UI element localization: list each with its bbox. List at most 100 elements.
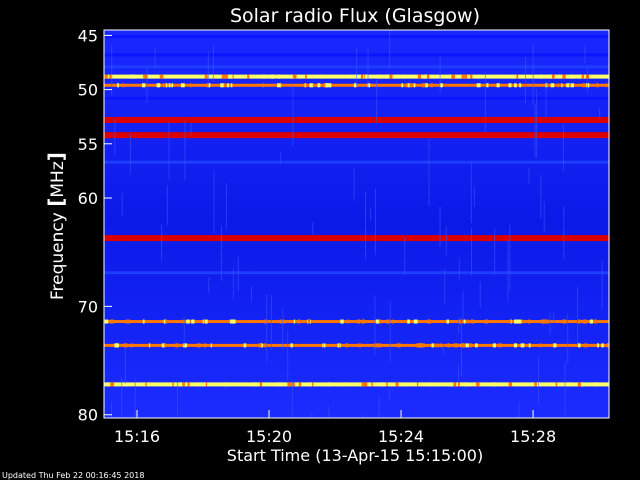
streak-8: [250, 286, 252, 302]
streak-81: [445, 226, 447, 256]
burst-4-24: [312, 83, 315, 88]
burst-13-37: [298, 382, 302, 387]
streak-68: [534, 103, 536, 158]
burst-11-33: [594, 319, 598, 324]
burst-4-57: [421, 83, 426, 88]
streak-48: [291, 381, 293, 418]
burst-4-27: [508, 83, 512, 88]
burst-3-44: [130, 74, 134, 79]
streak-41: [601, 261, 603, 309]
streak-78: [507, 238, 509, 302]
streak-11: [121, 376, 123, 418]
streak-14: [518, 401, 520, 418]
burst-13-20: [172, 382, 174, 387]
burst-13-15: [312, 382, 314, 387]
burst-4-48: [582, 83, 586, 88]
burst-3-59: [581, 74, 585, 79]
burst-13-4: [224, 382, 229, 387]
burst-13-44: [111, 382, 114, 387]
burst-13-47: [371, 382, 373, 387]
streak-39: [473, 185, 475, 207]
x-axis-label: Start Time (13-Apr-15 15:15:00): [227, 446, 483, 465]
burst-13-50: [525, 382, 528, 387]
streak-76: [279, 152, 281, 165]
burst-11-3: [562, 319, 567, 324]
burst-3-51: [305, 74, 307, 79]
burst-11-50: [545, 319, 549, 324]
streak-58: [458, 365, 460, 382]
streak-6: [543, 201, 545, 233]
burst-3-13: [385, 74, 389, 79]
burst-11-59: [541, 319, 545, 324]
streak-71: [312, 222, 314, 235]
burst-12-54: [339, 343, 341, 348]
burst-12-21: [290, 343, 293, 348]
burst-12-20: [264, 343, 267, 348]
burst-11-22: [104, 319, 109, 324]
streak-22: [545, 81, 547, 119]
burst-12-40: [416, 343, 420, 348]
burst-4-51: [168, 83, 171, 88]
y-axis-label-bracket-open: [: [44, 198, 68, 207]
burst-4-54: [405, 83, 408, 88]
burst-3-15: [360, 74, 364, 79]
burst-13-58: [343, 382, 346, 387]
burst-11-17: [470, 319, 474, 324]
burst-12-19: [258, 343, 262, 348]
burst-3-4: [516, 74, 519, 79]
burst-3-17: [277, 74, 281, 79]
streak-2: [599, 108, 601, 120]
burst-11-14: [413, 319, 418, 324]
streak-69: [362, 414, 364, 418]
streak-57: [461, 317, 463, 377]
burst-11-54: [307, 319, 311, 324]
burst-13-36: [577, 382, 581, 387]
x-tick-label-3: 15:28: [510, 427, 556, 446]
burst-11-9: [386, 319, 388, 324]
streak-73: [540, 175, 542, 219]
streak-29: [577, 286, 579, 347]
burst-12-6: [513, 343, 518, 348]
burst-3-23: [364, 74, 368, 79]
streak-89: [328, 406, 330, 418]
streak-42: [121, 192, 123, 216]
streak-33: [458, 258, 460, 280]
burst-11-12: [340, 319, 344, 324]
burst-4-3: [117, 83, 120, 88]
streak-0: [470, 161, 472, 224]
burst-12-16: [204, 343, 206, 348]
burst-3-14: [133, 74, 136, 79]
burst-3-55: [261, 74, 266, 79]
streak-40: [114, 117, 116, 156]
band-10: [104, 271, 609, 275]
streak-28: [146, 67, 148, 104]
burst-3-22: [539, 74, 543, 79]
burst-4-43: [519, 83, 522, 88]
streak-21: [524, 56, 526, 104]
burst-11-35: [186, 319, 190, 324]
burst-13-35: [567, 382, 571, 387]
burst-12-42: [455, 343, 459, 348]
streak-54: [494, 229, 496, 275]
streak-77: [353, 167, 355, 201]
streak-25: [538, 357, 540, 405]
burst-11-21: [427, 319, 429, 324]
burst-12-22: [358, 343, 362, 348]
burst-4-22: [605, 83, 608, 88]
streak-20: [567, 314, 569, 364]
streak-30: [564, 361, 566, 416]
burst-12-11: [447, 343, 450, 348]
streak-37: [458, 317, 460, 334]
streak-3: [212, 45, 214, 82]
streak-88: [356, 48, 358, 87]
y-axis-label-unit: MHz: [48, 161, 68, 197]
burst-11-20: [282, 319, 285, 324]
burst-4-50: [514, 83, 517, 88]
streak-82: [166, 185, 168, 226]
burst-4-41: [323, 83, 326, 88]
burst-3-38: [292, 74, 297, 79]
burst-11-1: [356, 319, 361, 324]
streak-61: [370, 207, 372, 220]
burst-11-32: [517, 319, 522, 324]
burst-3-42: [389, 74, 393, 79]
